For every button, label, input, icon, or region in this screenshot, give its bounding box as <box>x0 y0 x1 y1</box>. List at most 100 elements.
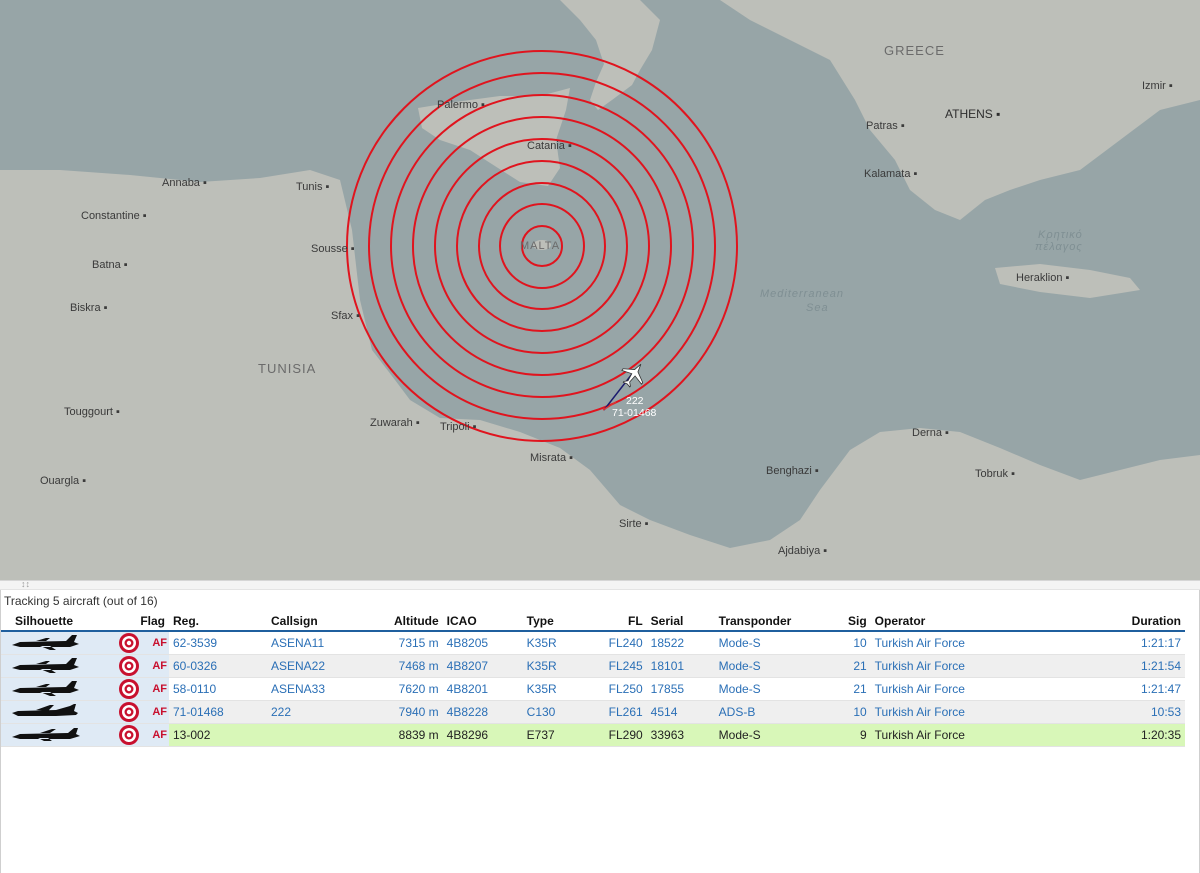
cell-operator: Turkish Air Force <box>870 631 1039 655</box>
cell-flag: AF <box>88 700 169 724</box>
cell-silhouette <box>0 700 88 724</box>
flag-af-text: AF <box>152 706 167 718</box>
city-label: Ouargla ▪ <box>40 475 86 487</box>
city-label: Tripoli ▪ <box>440 421 477 433</box>
cell-silhouette <box>0 723 88 747</box>
cell-sig: 21 <box>832 654 871 678</box>
table-row[interactable]: AF 60-0326 ASENA22 7468 m 4B8207 K35R FL245 181… <box>0 654 1185 678</box>
cell-altitude: 7315 m <box>390 631 443 655</box>
city-label: Sousse ▪ <box>311 243 355 255</box>
city-label: Sirte ▪ <box>619 518 649 530</box>
col-duration[interactable]: Duration <box>1038 612 1185 632</box>
city-label: Tobruk ▪ <box>975 468 1015 480</box>
col-silhouette[interactable]: Silhouette <box>0 612 88 632</box>
cell-serial: 4514 <box>646 700 715 724</box>
flag-af-text: AF <box>152 660 167 672</box>
cell-fl: FL261 <box>580 700 647 724</box>
cell-transponder: Mode-S <box>714 677 833 701</box>
cell-serial: 17855 <box>646 677 715 701</box>
cell-callsign <box>267 723 390 747</box>
tracking-status: Tracking 5 aircraft (out of 16) <box>4 594 158 608</box>
cell-operator: Turkish Air Force <box>870 700 1039 724</box>
turkish-roundel-icon <box>118 633 139 653</box>
flag-af-text: AF <box>152 637 167 649</box>
flag-af-text: AF <box>152 683 167 695</box>
cell-transponder: Mode-S <box>714 654 833 678</box>
cell-duration: 1:21:54 <box>1038 654 1185 678</box>
city-label: Kalamata ▪ <box>864 168 918 180</box>
turkish-roundel-icon <box>118 679 139 699</box>
col-sig[interactable]: Sig <box>832 612 871 632</box>
cell-fl: FL250 <box>580 677 647 701</box>
map-overlay <box>0 0 1200 580</box>
map-canvas[interactable]: GREECE TUNISIA MALTA Mediterranean Sea Κ… <box>0 0 1200 580</box>
cell-operator: Turkish Air Force <box>870 723 1039 747</box>
cell-reg: 13-002 <box>169 723 267 747</box>
col-operator[interactable]: Operator <box>870 612 1039 632</box>
turkish-roundel-icon <box>118 656 139 676</box>
panel-left-border <box>0 590 1 873</box>
cell-operator: Turkish Air Force <box>870 677 1039 701</box>
city-label: Izmir ▪ <box>1142 80 1173 92</box>
cell-fl: FL245 <box>580 654 647 678</box>
cell-duration: 1:21:17 <box>1038 631 1185 655</box>
col-reg[interactable]: Reg. <box>169 612 267 632</box>
label-malta: MALTA <box>520 240 560 252</box>
cell-fl: FL290 <box>580 723 647 747</box>
cell-callsign: 222 <box>267 700 390 724</box>
city-label: Palermo ▪ <box>437 99 485 111</box>
cell-reg: 58-0110 <box>169 677 267 701</box>
cell-altitude: 7620 m <box>390 677 443 701</box>
col-callsign[interactable]: Callsign <box>267 612 390 632</box>
city-label: Constantine ▪ <box>81 210 147 222</box>
city-label: Patras ▪ <box>866 120 905 132</box>
city-label: Sfax ▪ <box>331 310 360 322</box>
table-row[interactable]: AF 71-01468 222 7940 m 4B8228 C130 FL261 4514 AD… <box>0 700 1185 724</box>
aircraft-silhouette-icon <box>12 680 79 696</box>
col-flag[interactable]: Flag <box>88 612 169 632</box>
col-serial[interactable]: Serial <box>646 612 715 632</box>
cell-icao: 4B8207 <box>442 654 523 678</box>
cell-flag: AF <box>88 654 169 678</box>
cell-callsign: ASENA11 <box>267 631 390 655</box>
cell-flag: AF <box>88 677 169 701</box>
label-tunisia: TUNISIA <box>258 361 316 376</box>
city-label: ATHENS ▪ <box>945 107 1000 121</box>
label-sea-1: Mediterranean <box>760 288 844 300</box>
cell-icao: 4B8205 <box>442 631 523 655</box>
city-label: Heraklion ▪ <box>1016 272 1070 284</box>
splitter-handle-icon[interactable]: ↕↕ <box>21 579 30 589</box>
map-view[interactable]: GREECE TUNISIA MALTA Mediterranean Sea Κ… <box>0 0 1200 580</box>
cell-duration: 10:53 <box>1038 700 1185 724</box>
city-label: Batna ▪ <box>92 259 128 271</box>
cell-type: E737 <box>522 723 581 747</box>
cell-type: K35R <box>522 654 581 678</box>
table-row[interactable]: AF 62-3539 ASENA11 7315 m 4B8205 K35R FL240 185… <box>0 631 1185 655</box>
cell-sig: 10 <box>832 700 871 724</box>
panel-splitter[interactable]: ↕↕ <box>0 579 1200 590</box>
col-altitude[interactable]: Altitude <box>390 612 443 632</box>
cell-altitude: 7468 m <box>390 654 443 678</box>
cell-operator: Turkish Air Force <box>870 654 1039 678</box>
city-label: Catania ▪ <box>527 140 572 152</box>
cell-sig: 21 <box>832 677 871 701</box>
table-header-row: Silhouette Flag Reg. Callsign Altitude I… <box>0 612 1185 632</box>
aircraft-silhouette-icon <box>12 657 79 673</box>
aircraft-silhouette-icon <box>12 727 80 741</box>
aircraft-silhouette-icon <box>12 703 78 716</box>
aircraft-callsign-label: 222 <box>626 395 644 407</box>
cell-sig: 9 <box>832 723 871 747</box>
city-label: Benghazi ▪ <box>766 465 819 477</box>
cell-fl: FL240 <box>580 631 647 655</box>
col-icao[interactable]: ICAO <box>442 612 523 632</box>
cell-type: K35R <box>522 631 581 655</box>
label-sea-2: Sea <box>806 302 829 314</box>
cell-serial: 33963 <box>646 723 715 747</box>
col-fl[interactable]: FL <box>580 612 647 632</box>
city-label: Zuwarah ▪ <box>370 417 420 429</box>
col-type[interactable]: Type <box>522 612 581 632</box>
cell-reg: 62-3539 <box>169 631 267 655</box>
col-transponder[interactable]: Transponder <box>714 612 833 632</box>
table-row[interactable]: AF 58-0110 ASENA33 7620 m 4B8201 K35R FL250 178… <box>0 677 1185 701</box>
table-row[interactable]: AF 13-002 8839 m 4B8296 E737 FL290 33963 Mode-S… <box>0 723 1185 747</box>
